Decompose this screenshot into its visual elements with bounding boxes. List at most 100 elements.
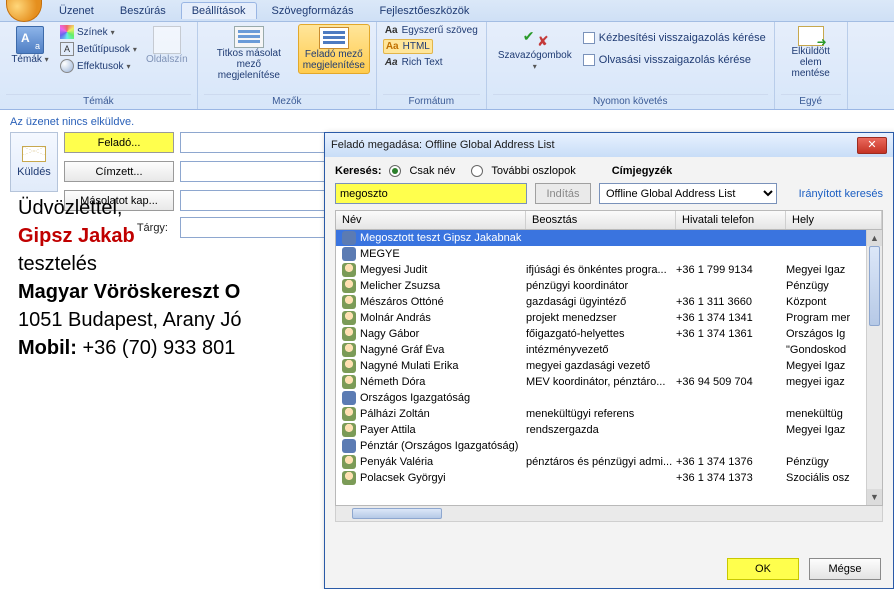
format-plain-button[interactable]: Aa Egyszerű szöveg <box>383 24 480 37</box>
read-receipt-checkbox[interactable]: Olvasási visszaigazolás kérése <box>581 52 768 68</box>
result-row[interactable]: Nagy Gáborfőigazgató-helyettes+36 1 374 … <box>336 326 882 342</box>
cell-position: főigazgató-helyettes <box>526 328 676 340</box>
result-row[interactable]: Pálházi Zoltánmenekültügyi referensmenek… <box>336 406 882 422</box>
advanced-search-link[interactable]: Irányított keresés <box>799 188 883 200</box>
cell-name: Országos Igazgatóság <box>360 392 526 404</box>
ok-button[interactable]: OK <box>727 558 799 580</box>
result-row[interactable]: Megosztott teszt Gipsz Jakabnak <box>336 230 882 246</box>
scroll-thumb[interactable] <box>869 246 880 326</box>
group-icon <box>342 439 356 453</box>
cell-name: Nagyné Gráf Éva <box>360 344 526 356</box>
effects-label: Effektusok <box>77 61 124 72</box>
fonts-label: Betűtípusok <box>77 44 130 55</box>
cell-name: Polacsek Györgyi <box>360 472 526 484</box>
result-row[interactable]: Országos Igazgatóság <box>336 390 882 406</box>
result-row[interactable]: Polacsek Györgyi+36 1 374 1373Szociális … <box>336 470 882 486</box>
format-html-button[interactable]: Aa HTML <box>383 39 433 54</box>
hscroll-thumb[interactable] <box>352 508 442 519</box>
group-themes-label: Témák <box>6 94 191 109</box>
effects-dropdown[interactable]: Effektusok ▾ <box>58 58 139 74</box>
cancel-button[interactable]: Mégse <box>809 558 881 580</box>
message-body[interactable]: Üdvözlettel, Gipsz Jakab tesztelés Magya… <box>18 180 242 362</box>
cell-name: Németh Dóra <box>360 376 526 388</box>
col-position[interactable]: Beosztás <box>526 211 676 229</box>
result-row[interactable]: MEGYE <box>336 246 882 262</box>
tab-insert[interactable]: Beszúrás <box>109 2 177 19</box>
tab-options[interactable]: Beállítások <box>181 2 257 19</box>
vote-icon: ✔ ✘ <box>521 26 549 50</box>
checkbox-icon <box>583 32 595 44</box>
col-phone[interactable]: Hivatali telefon <box>676 211 786 229</box>
delivery-receipt-checkbox[interactable]: Kézbesítési visszaigazolás kérése <box>581 30 768 46</box>
result-row[interactable]: Payer AttilarendszergazdaMegyei Igaz <box>336 422 882 438</box>
result-row[interactable]: Nagyné Gráf Évaintézményvezető"Gondoskod <box>336 342 882 358</box>
result-row[interactable]: Megyesi Juditifjúsági és önkéntes progra… <box>336 262 882 278</box>
group-fields: Titkos másolat mező megjelenítése Feladó… <box>198 22 377 109</box>
save-sent-button[interactable]: ➜ Elküldött elem mentése <box>781 24 841 81</box>
show-from-button[interactable]: Feladó mező megjelenítése <box>298 24 370 74</box>
tab-developer[interactable]: Fejlesztőeszközök <box>368 2 480 19</box>
search-go-button[interactable]: Indítás <box>535 183 591 204</box>
search-only-name-radio[interactable] <box>389 165 401 177</box>
cell-name: Molnár András <box>360 312 526 324</box>
cell-name: Penyák Valéria <box>360 456 526 468</box>
fonts-dropdown[interactable]: A Betűtípusok ▾ <box>58 41 139 57</box>
search-more-cols-radio[interactable] <box>471 165 483 177</box>
result-row[interactable]: Pénztár (Országos Igazgatóság) <box>336 438 882 454</box>
format-rich-button[interactable]: Aa Rich Text <box>383 56 445 69</box>
themes-gallery[interactable]: A a Témák ▾ <box>6 24 54 67</box>
result-row[interactable]: Németh DóraMEV koordinátor, pénztáro...+… <box>336 374 882 390</box>
chevron-down-icon: ▾ <box>45 55 49 64</box>
result-row[interactable]: Mészáros Ottónégazdasági ügyintéző+36 1 … <box>336 294 882 310</box>
colors-label: Színek <box>77 27 108 38</box>
scroll-up-icon[interactable]: ▲ <box>867 230 882 246</box>
html-icon: Aa <box>386 41 399 52</box>
save-sent-icon: ➜ <box>798 26 824 46</box>
tab-textformat[interactable]: Szövegformázás <box>261 2 365 19</box>
read-receipt-label: Olvasási visszaigazolás kérése <box>599 54 751 66</box>
person-icon <box>342 279 356 293</box>
cell-phone: +36 1 799 9134 <box>676 264 786 276</box>
addressbook-label: Címjegyzék <box>612 165 673 177</box>
tab-message[interactable]: Üzenet <box>48 2 105 19</box>
search-label: Keresés: <box>335 165 381 177</box>
close-button[interactable]: ✕ <box>857 137 887 154</box>
addressbook-select[interactable]: Offline Global Address List <box>599 183 777 204</box>
show-bcc-button[interactable]: Titkos másolat mező megjelenítése <box>204 24 294 83</box>
result-row[interactable]: Nagyné Mulati Erikamegyei gazdasági veze… <box>336 358 882 374</box>
search-input[interactable] <box>335 183 527 204</box>
signature-org: Magyar Vöröskereszt O <box>18 278 242 306</box>
cell-name: Pálházi Zoltán <box>360 408 526 420</box>
result-row[interactable]: Penyák Valériapénztáros és pénzügyi admi… <box>336 454 882 470</box>
person-icon <box>342 311 356 325</box>
from-button[interactable]: Feladó... <box>64 132 174 153</box>
cell-name: Mészáros Ottóné <box>360 296 526 308</box>
group-format-label: Formátum <box>383 94 480 109</box>
result-row[interactable]: Melicher Zsuzsapénzügyi koordinátorPénzü… <box>336 278 882 294</box>
person-icon <box>342 471 356 485</box>
page-color-label: Oldalszín <box>146 54 188 65</box>
vertical-scrollbar[interactable]: ▲ ▼ <box>866 230 882 505</box>
show-from-label: Feladó mező megjelenítése <box>303 49 365 71</box>
chevron-down-icon: ▾ <box>127 62 131 71</box>
show-bcc-label: Titkos másolat mező megjelenítése <box>208 48 290 81</box>
voting-label: Szavazógombok <box>498 50 572 61</box>
cell-position: gazdasági ügyintéző <box>526 296 676 308</box>
bcc-icon <box>234 26 264 48</box>
signature-mobile-value: +36 (70) 933 801 <box>82 337 235 359</box>
chevron-down-icon: ▾ <box>533 62 537 71</box>
not-sent-notice: Az üzenet nincs elküldve. <box>10 116 884 128</box>
page-color-button[interactable]: Oldalszín <box>143 24 191 67</box>
col-name[interactable]: Név <box>336 211 526 229</box>
cell-name: MEGYE <box>360 248 526 260</box>
colors-dropdown[interactable]: Színek ▾ <box>58 24 139 40</box>
cell-position: MEV koordinátor, pénztáro... <box>526 376 676 388</box>
to-button[interactable]: Címzett... <box>64 161 174 182</box>
group-fields-label: Mezők <box>204 94 370 109</box>
cell-phone: +36 1 374 1373 <box>676 472 786 484</box>
horizontal-scrollbar[interactable] <box>335 506 883 522</box>
scroll-down-icon[interactable]: ▼ <box>867 489 882 505</box>
result-row[interactable]: Molnár Andrásprojekt menedzser+36 1 374 … <box>336 310 882 326</box>
col-location[interactable]: Hely <box>786 211 882 229</box>
voting-buttons[interactable]: ✔ ✘ Szavazógombok ▾ <box>493 24 577 74</box>
